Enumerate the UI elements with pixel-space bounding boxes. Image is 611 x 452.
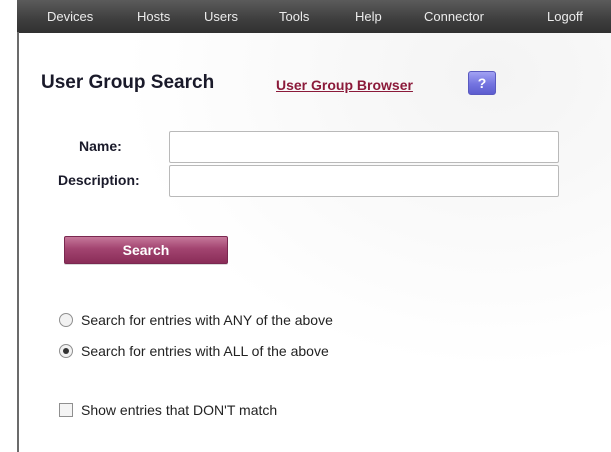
user-group-browser-link[interactable]: User Group Browser — [276, 77, 413, 93]
nav-tools[interactable]: Tools — [279, 0, 309, 33]
content-left-border — [17, 32, 19, 452]
nav-devices[interactable]: Devices — [47, 0, 93, 33]
match-any-label: Search for entries with ANY of the above — [81, 312, 333, 328]
page-title: User Group Search — [41, 72, 215, 93]
top-nav-bar: Devices Hosts Users Tools Help Connector… — [17, 0, 611, 33]
name-label: Name: — [79, 138, 122, 154]
show-nonmatching-checkbox[interactable] — [59, 403, 73, 417]
show-nonmatching-label: Show entries that DON'T match — [81, 402, 278, 418]
description-input[interactable] — [169, 165, 559, 197]
nav-logoff[interactable]: Logoff — [547, 0, 583, 33]
match-any-radio[interactable] — [59, 313, 73, 327]
help-button[interactable]: ? — [468, 71, 496, 95]
name-input[interactable] — [169, 131, 559, 163]
description-label: Description: — [58, 172, 140, 188]
nav-users[interactable]: Users — [204, 0, 238, 33]
match-all-label: Search for entries with ALL of the above — [81, 343, 329, 359]
nav-hosts[interactable]: Hosts — [137, 0, 170, 33]
nav-help[interactable]: Help — [355, 0, 382, 33]
search-button[interactable]: Search — [64, 236, 228, 264]
question-mark-icon: ? — [477, 75, 487, 91]
match-all-radio[interactable] — [59, 344, 73, 358]
nav-connector[interactable]: Connector — [424, 0, 484, 33]
